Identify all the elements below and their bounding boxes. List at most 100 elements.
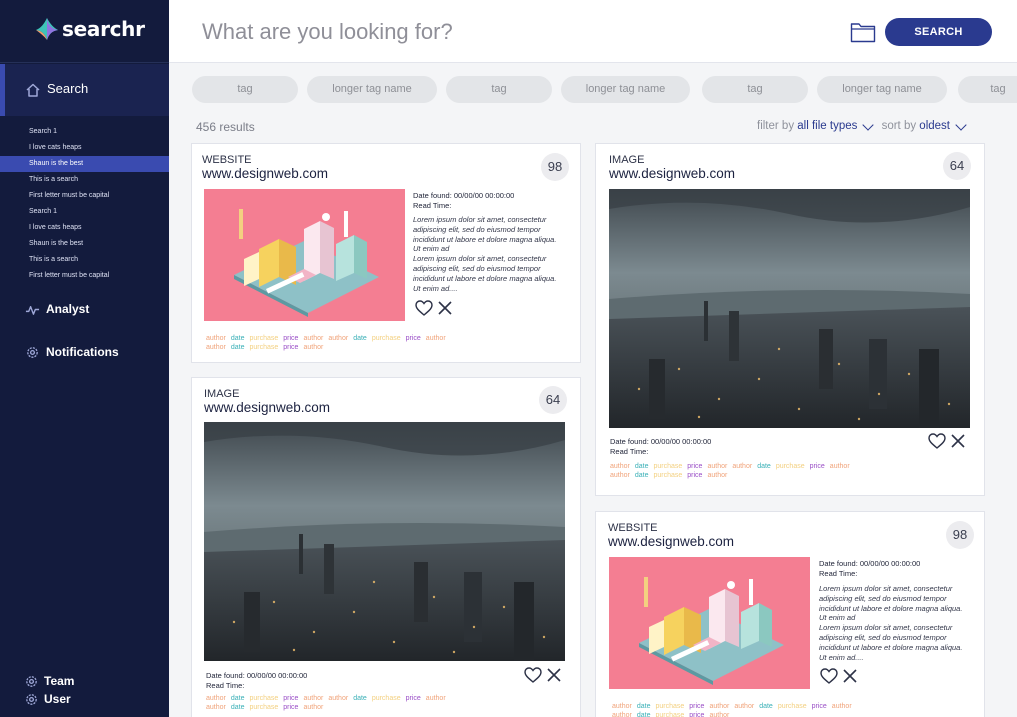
heart-icon[interactable]	[524, 667, 542, 684]
chip-author[interactable]: author	[426, 695, 446, 702]
chip-author[interactable]: author	[303, 344, 323, 351]
tag-chip[interactable]: longer tag name	[307, 76, 437, 103]
folder-icon[interactable]	[850, 21, 876, 43]
chip-date[interactable]: date	[231, 344, 245, 351]
tag-chip[interactable]: longer tag name	[561, 76, 690, 103]
chip-author[interactable]: author	[206, 335, 226, 342]
result-url[interactable]: www.designweb.com	[608, 534, 734, 549]
filter-dropdown[interactable]: all file types	[797, 120, 857, 132]
chip-author[interactable]: author	[732, 463, 752, 470]
chip-author[interactable]: author	[707, 472, 727, 479]
chip-author[interactable]: author	[734, 703, 754, 710]
heart-icon[interactable]	[928, 433, 946, 450]
chip-purchase[interactable]: purchase	[655, 712, 684, 717]
history-item[interactable]: Search 1	[0, 204, 169, 220]
heart-icon[interactable]	[820, 668, 838, 685]
chip-author[interactable]: author	[610, 472, 630, 479]
chip-price[interactable]: price	[689, 703, 704, 710]
chip-author[interactable]: author	[612, 712, 632, 717]
result-url[interactable]: www.designweb.com	[204, 400, 330, 415]
chip-price[interactable]: price	[687, 463, 702, 470]
history-item-active[interactable]: Shaun is the best	[0, 156, 169, 172]
chip-price[interactable]: price	[283, 695, 298, 702]
sidebar-item-user[interactable]: User	[0, 689, 169, 711]
chip-date[interactable]: date	[635, 463, 649, 470]
result-url[interactable]: www.designweb.com	[609, 166, 735, 181]
tag-chip[interactable]: tag	[446, 76, 552, 103]
chip-author[interactable]: author	[303, 335, 323, 342]
chip-purchase[interactable]: purchase	[778, 703, 807, 710]
chip-author[interactable]: author	[328, 335, 348, 342]
close-icon[interactable]	[951, 434, 965, 448]
chip-purchase[interactable]: purchase	[653, 463, 682, 470]
chip-purchase[interactable]: purchase	[776, 463, 805, 470]
chip-author[interactable]: author	[709, 712, 729, 717]
chip-author[interactable]: author	[426, 335, 446, 342]
chip-date[interactable]: date	[635, 472, 649, 479]
chip-purchase[interactable]: purchase	[372, 335, 401, 342]
chip-date[interactable]: date	[231, 695, 245, 702]
sidebar-item-notifications[interactable]: Notifications	[0, 342, 169, 364]
result-thumbnail[interactable]	[609, 557, 810, 689]
tag-chip[interactable]: tag	[702, 76, 808, 103]
chip-author[interactable]: author	[832, 703, 852, 710]
chip-author[interactable]: author	[830, 463, 850, 470]
chip-date[interactable]: date	[759, 703, 773, 710]
chip-author[interactable]: author	[610, 463, 630, 470]
chevron-down-icon[interactable]	[955, 119, 967, 131]
close-icon[interactable]	[843, 669, 857, 683]
history-item[interactable]: First letter must be capital	[0, 268, 169, 284]
history-item[interactable]: This is a search	[0, 172, 169, 188]
tag-chip[interactable]: longer tag name	[817, 76, 947, 103]
tag-chip[interactable]: tag	[958, 76, 1017, 103]
heart-icon[interactable]	[415, 300, 433, 317]
chevron-down-icon[interactable]	[862, 119, 875, 131]
chip-price[interactable]: price	[810, 463, 825, 470]
history-item[interactable]: This is a search	[0, 252, 169, 268]
close-icon[interactable]	[547, 668, 561, 682]
chip-purchase[interactable]: purchase	[249, 335, 278, 342]
chip-author[interactable]: author	[709, 703, 729, 710]
result-thumbnail[interactable]	[204, 422, 565, 661]
chip-author[interactable]: author	[206, 344, 226, 351]
result-card[interactable]: WEBSITE www.designweb.com 98 Date found:…	[191, 143, 581, 363]
result-card[interactable]: IMAGE www.designweb.com 64 Date found: 0…	[595, 143, 985, 496]
chip-price[interactable]: price	[687, 472, 702, 479]
history-item[interactable]: Search 1	[0, 124, 169, 140]
result-card[interactable]: WEBSITE www.designweb.com 98 Date found:…	[595, 511, 985, 717]
chip-purchase[interactable]: purchase	[249, 344, 278, 351]
chip-date[interactable]: date	[231, 335, 245, 342]
history-item[interactable]: I love cats heaps	[0, 220, 169, 236]
sidebar-item-analyst[interactable]: Analyst	[0, 299, 169, 321]
chip-purchase[interactable]: purchase	[249, 695, 278, 702]
chip-date[interactable]: date	[637, 712, 651, 717]
chip-purchase[interactable]: purchase	[653, 472, 682, 479]
history-item[interactable]: Shaun is the best	[0, 236, 169, 252]
chip-date[interactable]: date	[757, 463, 771, 470]
chip-date[interactable]: date	[353, 335, 367, 342]
chip-price[interactable]: price	[406, 695, 421, 702]
chip-author[interactable]: author	[328, 695, 348, 702]
chip-author[interactable]: author	[206, 695, 226, 702]
chip-price[interactable]: price	[283, 335, 298, 342]
chip-author[interactable]: author	[612, 703, 632, 710]
result-url[interactable]: www.designweb.com	[202, 166, 328, 181]
chip-date[interactable]: date	[353, 695, 367, 702]
chip-author[interactable]: author	[303, 704, 323, 711]
result-card[interactable]: IMAGE www.designweb.com 64 Date found: 0…	[191, 377, 581, 717]
chip-date[interactable]: date	[231, 704, 245, 711]
sort-dropdown[interactable]: oldest	[919, 120, 950, 132]
close-icon[interactable]	[438, 301, 452, 315]
chip-author[interactable]: author	[206, 704, 226, 711]
history-item[interactable]: First letter must be capital	[0, 188, 169, 204]
search-button[interactable]: SEARCH	[885, 18, 992, 46]
chip-author[interactable]: author	[707, 463, 727, 470]
result-thumbnail[interactable]	[204, 189, 405, 321]
chip-price[interactable]: price	[283, 344, 298, 351]
chip-author[interactable]: author	[303, 695, 323, 702]
sidebar-item-search[interactable]: Search	[0, 64, 169, 116]
chip-price[interactable]: price	[812, 703, 827, 710]
logo[interactable]: searchr	[34, 14, 145, 44]
chip-price[interactable]: price	[283, 704, 298, 711]
result-thumbnail[interactable]	[609, 189, 970, 428]
